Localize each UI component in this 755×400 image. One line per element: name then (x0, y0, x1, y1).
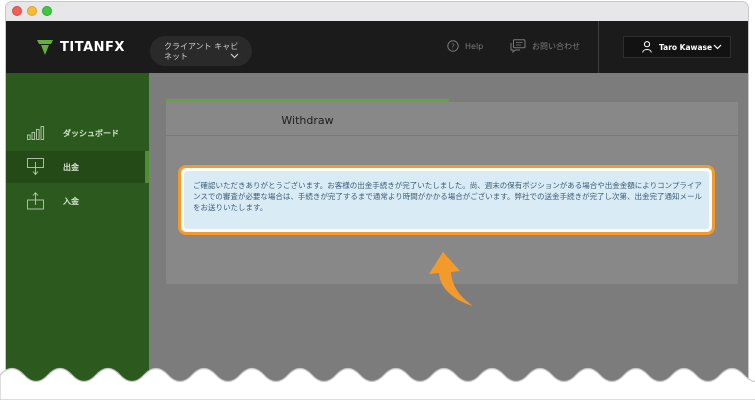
pointer-arrow-icon (429, 252, 473, 306)
sidebar-item-label: 出金 (63, 162, 79, 172)
sidebar-item-withdraw[interactable]: 出金 (6, 151, 149, 183)
withdraw-complete-notice: ご確認いただきありがとうございます。お客様の出金手続きが完了いたしました。尚、週… (178, 165, 715, 235)
titan-logo-icon (37, 40, 53, 55)
svg-text:?: ? (451, 43, 455, 51)
chevron-down-icon (713, 44, 722, 50)
client-cabinet-label: クライアント キャビネット (164, 42, 239, 61)
sidebar-item-label: ダッシュボード (63, 128, 119, 138)
bar-chart-icon (27, 126, 45, 140)
help-label: Help (465, 41, 484, 51)
titanfx-logo[interactable]: TITANFX (36, 37, 125, 57)
sidebar: ダッシュボード 出金 入金 (6, 73, 149, 397)
main-content: Withdraw (149, 73, 748, 397)
torn-edge-decoration (0, 367, 755, 400)
client-cabinet-dropdown[interactable]: クライアント キャビネット (150, 36, 252, 66)
chat-icon (510, 39, 526, 53)
tab-divider (166, 135, 738, 136)
sidebar-item-label: 入金 (63, 196, 79, 206)
window-titlebar (6, 2, 748, 21)
sidebar-item-deposit[interactable]: 入金 (6, 185, 149, 217)
help-link[interactable]: ? Help (447, 40, 483, 52)
user-icon (642, 41, 652, 53)
close-window-button[interactable] (12, 6, 22, 16)
app-header: TITANFX クライアント キャビネット ? Help お問い合わせ Taro… (6, 21, 748, 73)
user-menu-button[interactable]: Taro Kawase (623, 36, 731, 58)
logo-text: TITANFX (60, 39, 125, 55)
contact-label: お問い合わせ (532, 41, 580, 51)
user-name: Taro Kawase (659, 42, 713, 52)
contact-link[interactable]: お問い合わせ (510, 39, 580, 53)
minimize-window-button[interactable] (27, 6, 37, 16)
withdraw-icon (27, 158, 44, 176)
deposit-icon (27, 192, 44, 210)
sidebar-item-dashboard[interactable]: ダッシュボード (6, 117, 149, 149)
tab-withdraw[interactable]: Withdraw (166, 114, 449, 127)
header-divider (598, 21, 599, 73)
notice-text: ご確認いただきありがとうございます。お客様の出金手続きが完了いたしました。尚、週… (184, 171, 709, 229)
help-icon: ? (447, 40, 459, 52)
chevron-down-icon (230, 53, 239, 59)
maximize-window-button[interactable] (42, 6, 52, 16)
